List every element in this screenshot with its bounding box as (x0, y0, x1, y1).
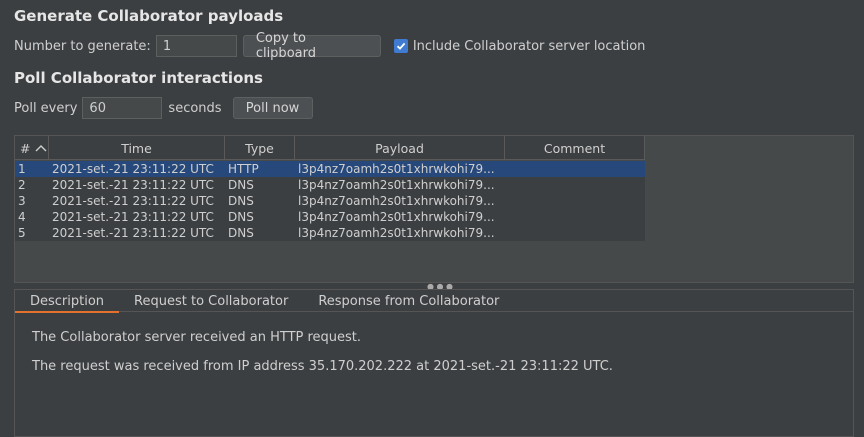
table-row[interactable]: 5 2021-set.-21 23:11:22 UTC DNS l3p4nz7oamh… (15, 225, 645, 241)
row-comment (505, 177, 645, 193)
row-payload: l3p4nz7oamh2s0t1xhrwkohi79... (298, 194, 495, 208)
row-payload: l3p4nz7oamh2s0t1xhrwkohi79... (298, 226, 495, 240)
row-time: 2021-set.-21 23:11:22 UTC (52, 194, 214, 208)
row-comment (505, 225, 645, 241)
table-header: # Time Type Payload Comment (15, 136, 645, 160)
details-tabs: Description Request to Collaborator Resp… (15, 290, 853, 313)
row-time: 2021-set.-21 23:11:22 UTC (52, 178, 214, 192)
column-header-number[interactable]: # (15, 136, 49, 160)
table-row[interactable]: 4 2021-set.-21 23:11:22 UTC DNS l3p4nz7oamh… (15, 209, 645, 225)
row-time: 2021-set.-21 23:11:22 UTC (52, 226, 214, 240)
poll-row: Poll every seconds Poll now (14, 97, 313, 119)
row-type: DNS (228, 194, 254, 208)
row-type: HTTP (228, 162, 259, 176)
row-number: 1 (18, 162, 26, 176)
details-panel: Description Request to Collaborator Resp… (14, 289, 854, 437)
table-row[interactable]: 3 2021-set.-21 23:11:22 UTC DNS l3p4nz7oamh… (15, 193, 645, 209)
row-type: DNS (228, 226, 254, 240)
number-input[interactable] (155, 35, 237, 57)
tab-request-to-collaborator[interactable]: Request to Collaborator (119, 290, 303, 312)
row-number: 3 (18, 194, 26, 208)
row-number: 4 (18, 210, 26, 224)
number-label: Number to generate: (14, 38, 151, 54)
row-number: 2 (18, 178, 26, 192)
row-payload: l3p4nz7oamh2s0t1xhrwkohi79... (298, 178, 495, 192)
sort-ascending-icon (35, 145, 47, 152)
interactions-table: # Time Type Payload Comment 1 2021-set.-2… (14, 135, 854, 283)
column-header-comment[interactable]: Comment (505, 136, 645, 160)
column-header-type[interactable]: Type (225, 136, 295, 160)
column-header-time[interactable]: Time (49, 136, 225, 160)
row-type: DNS (228, 210, 254, 224)
copy-button[interactable]: Copy to clipboard (242, 31, 381, 61)
row-number: 5 (18, 226, 26, 240)
check-icon (396, 42, 406, 50)
poll-now-button[interactable]: Poll now (232, 97, 313, 119)
tab-description[interactable]: Description (15, 290, 120, 313)
description-content: The Collaborator server received an HTTP… (15, 312, 853, 406)
row-payload: l3p4nz7oamh2s0t1xhrwkohi79... (298, 162, 495, 176)
poll-interval-input[interactable] (82, 97, 163, 119)
generate-title: Generate Collaborator payloads (14, 7, 284, 25)
row-time: 2021-set.-21 23:11:22 UTC (52, 210, 214, 224)
poll-every-label: Poll every (14, 100, 78, 116)
row-time: 2021-set.-21 23:11:22 UTC (52, 162, 214, 176)
table-row[interactable]: 1 2021-set.-21 23:11:22 UTC HTTP l3p4nz7oam… (15, 161, 645, 177)
include-label: Include Collaborator server location (412, 38, 646, 54)
row-comment (505, 209, 645, 225)
description-line-2: The request was received from IP address… (32, 359, 613, 374)
table-body: 1 2021-set.-21 23:11:22 UTC HTTP l3p4nz7oam… (15, 161, 645, 241)
description-line-1: The Collaborator server received an HTTP… (32, 330, 362, 345)
generate-row: Number to generate: Copy to clipboard In… (14, 31, 646, 61)
tab-response-from-collaborator[interactable]: Response from Collaborator (303, 290, 514, 312)
row-comment (505, 161, 645, 177)
include-checkbox[interactable] (393, 39, 408, 53)
table-row[interactable]: 2 2021-set.-21 23:11:22 UTC DNS l3p4nz7oamh… (15, 177, 645, 193)
row-comment (505, 193, 645, 209)
row-payload: l3p4nz7oamh2s0t1xhrwkohi79... (298, 210, 495, 224)
seconds-label: seconds (168, 100, 222, 116)
column-header-payload[interactable]: Payload (295, 136, 505, 160)
row-type: DNS (228, 178, 254, 192)
poll-title: Poll Collaborator interactions (14, 69, 263, 87)
